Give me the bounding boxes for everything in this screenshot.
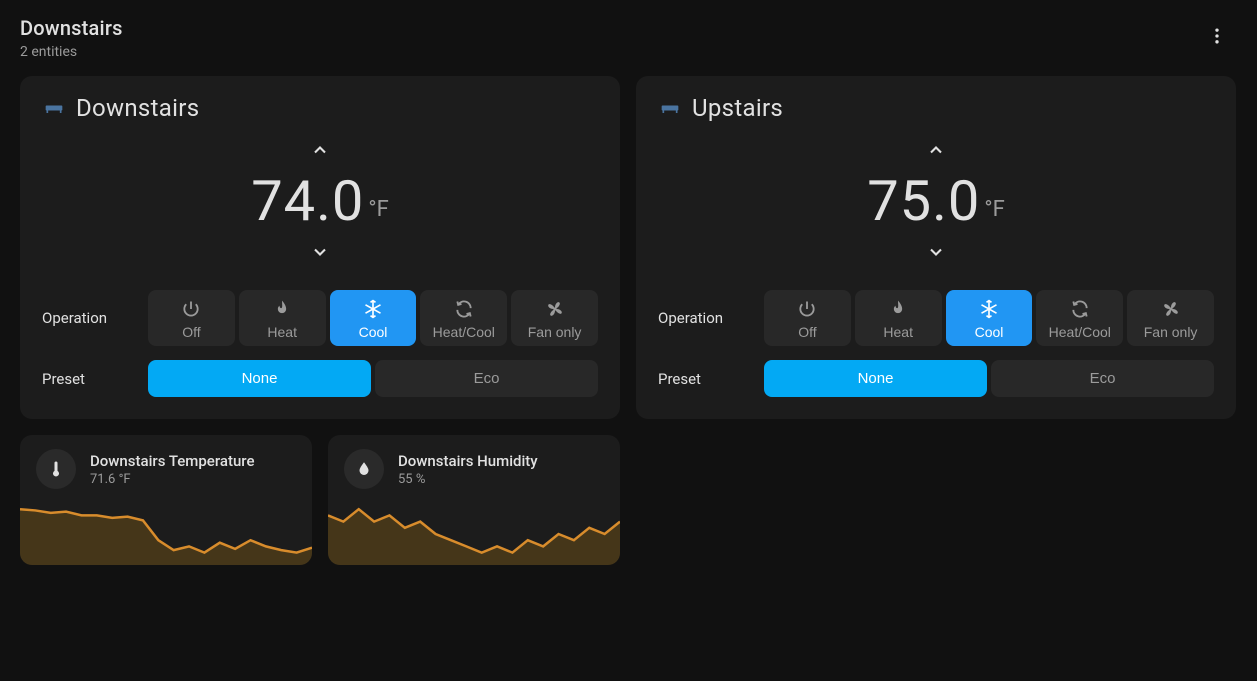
mode-fan-button[interactable]: Fan only — [511, 290, 598, 346]
mode-cool-button[interactable]: Cool — [946, 290, 1033, 346]
preset-none-button[interactable]: None — [764, 360, 987, 397]
preset-none-button[interactable]: None — [148, 360, 371, 397]
preset-eco-button[interactable]: Eco — [991, 360, 1214, 397]
mode-heatcool-button[interactable]: Heat/Cool — [420, 290, 507, 346]
mode-heat-button[interactable]: Heat — [855, 290, 942, 346]
thermostat-name[interactable]: Upstairs — [692, 94, 783, 122]
dots-vertical-icon — [1207, 26, 1227, 46]
fan-icon — [1160, 298, 1182, 320]
thermostat-icon — [42, 96, 66, 120]
thermometer-icon — [36, 449, 76, 489]
sensor-value: 55 % — [398, 472, 538, 487]
operation-label: Operation — [658, 309, 748, 327]
temp-up-button[interactable] — [918, 132, 954, 168]
water-icon — [344, 449, 384, 489]
mode-heat-button[interactable]: Heat — [239, 290, 326, 346]
sensor-card[interactable]: Downstairs Temperature 71.6 °F — [20, 435, 312, 565]
mode-fan-button[interactable]: Fan only — [1127, 290, 1214, 346]
sensor-card[interactable]: Downstairs Humidity 55 % — [328, 435, 620, 565]
sensor-name: Downstairs Humidity — [398, 452, 538, 470]
page-header: Downstairs 2 entities — [20, 16, 1237, 60]
thermostat-icon — [658, 96, 682, 120]
mode-off-button[interactable]: Off — [764, 290, 851, 346]
temp-down-button[interactable] — [302, 234, 338, 270]
preset-label: Preset — [42, 370, 132, 388]
entity-count: 2 entities — [20, 44, 123, 60]
page-title: Downstairs — [20, 16, 123, 40]
sync-icon — [1069, 298, 1091, 320]
fan-icon — [544, 298, 566, 320]
sensor-name: Downstairs Temperature — [90, 452, 254, 470]
overflow-menu-button[interactable] — [1197, 16, 1237, 56]
operation-label: Operation — [42, 309, 132, 327]
fire-icon — [271, 298, 293, 320]
sensor-value: 71.6 °F — [90, 472, 254, 487]
power-icon — [180, 298, 202, 320]
power-icon — [796, 298, 818, 320]
temp-down-button[interactable] — [918, 234, 954, 270]
thermostat-card: Downstairs 74.0°F Operation OffHeatCoolHeat… — [20, 76, 620, 419]
target-temperature: 75.0°F — [867, 168, 1005, 234]
temp-up-button[interactable] — [302, 132, 338, 168]
sensor-sparkline — [20, 503, 312, 565]
preset-eco-button[interactable]: Eco — [375, 360, 598, 397]
mode-cool-button[interactable]: Cool — [330, 290, 417, 346]
thermostat-name[interactable]: Downstairs — [76, 94, 199, 122]
mode-off-button[interactable]: Off — [148, 290, 235, 346]
mode-heatcool-button[interactable]: Heat/Cool — [1036, 290, 1123, 346]
sync-icon — [453, 298, 475, 320]
thermostat-card: Upstairs 75.0°F Operation OffHeatCoolHeat/C… — [636, 76, 1236, 419]
target-temperature: 74.0°F — [251, 168, 389, 234]
sensor-sparkline — [328, 503, 620, 565]
preset-label: Preset — [658, 370, 748, 388]
snow-icon — [978, 298, 1000, 320]
snow-icon — [362, 298, 384, 320]
fire-icon — [887, 298, 909, 320]
